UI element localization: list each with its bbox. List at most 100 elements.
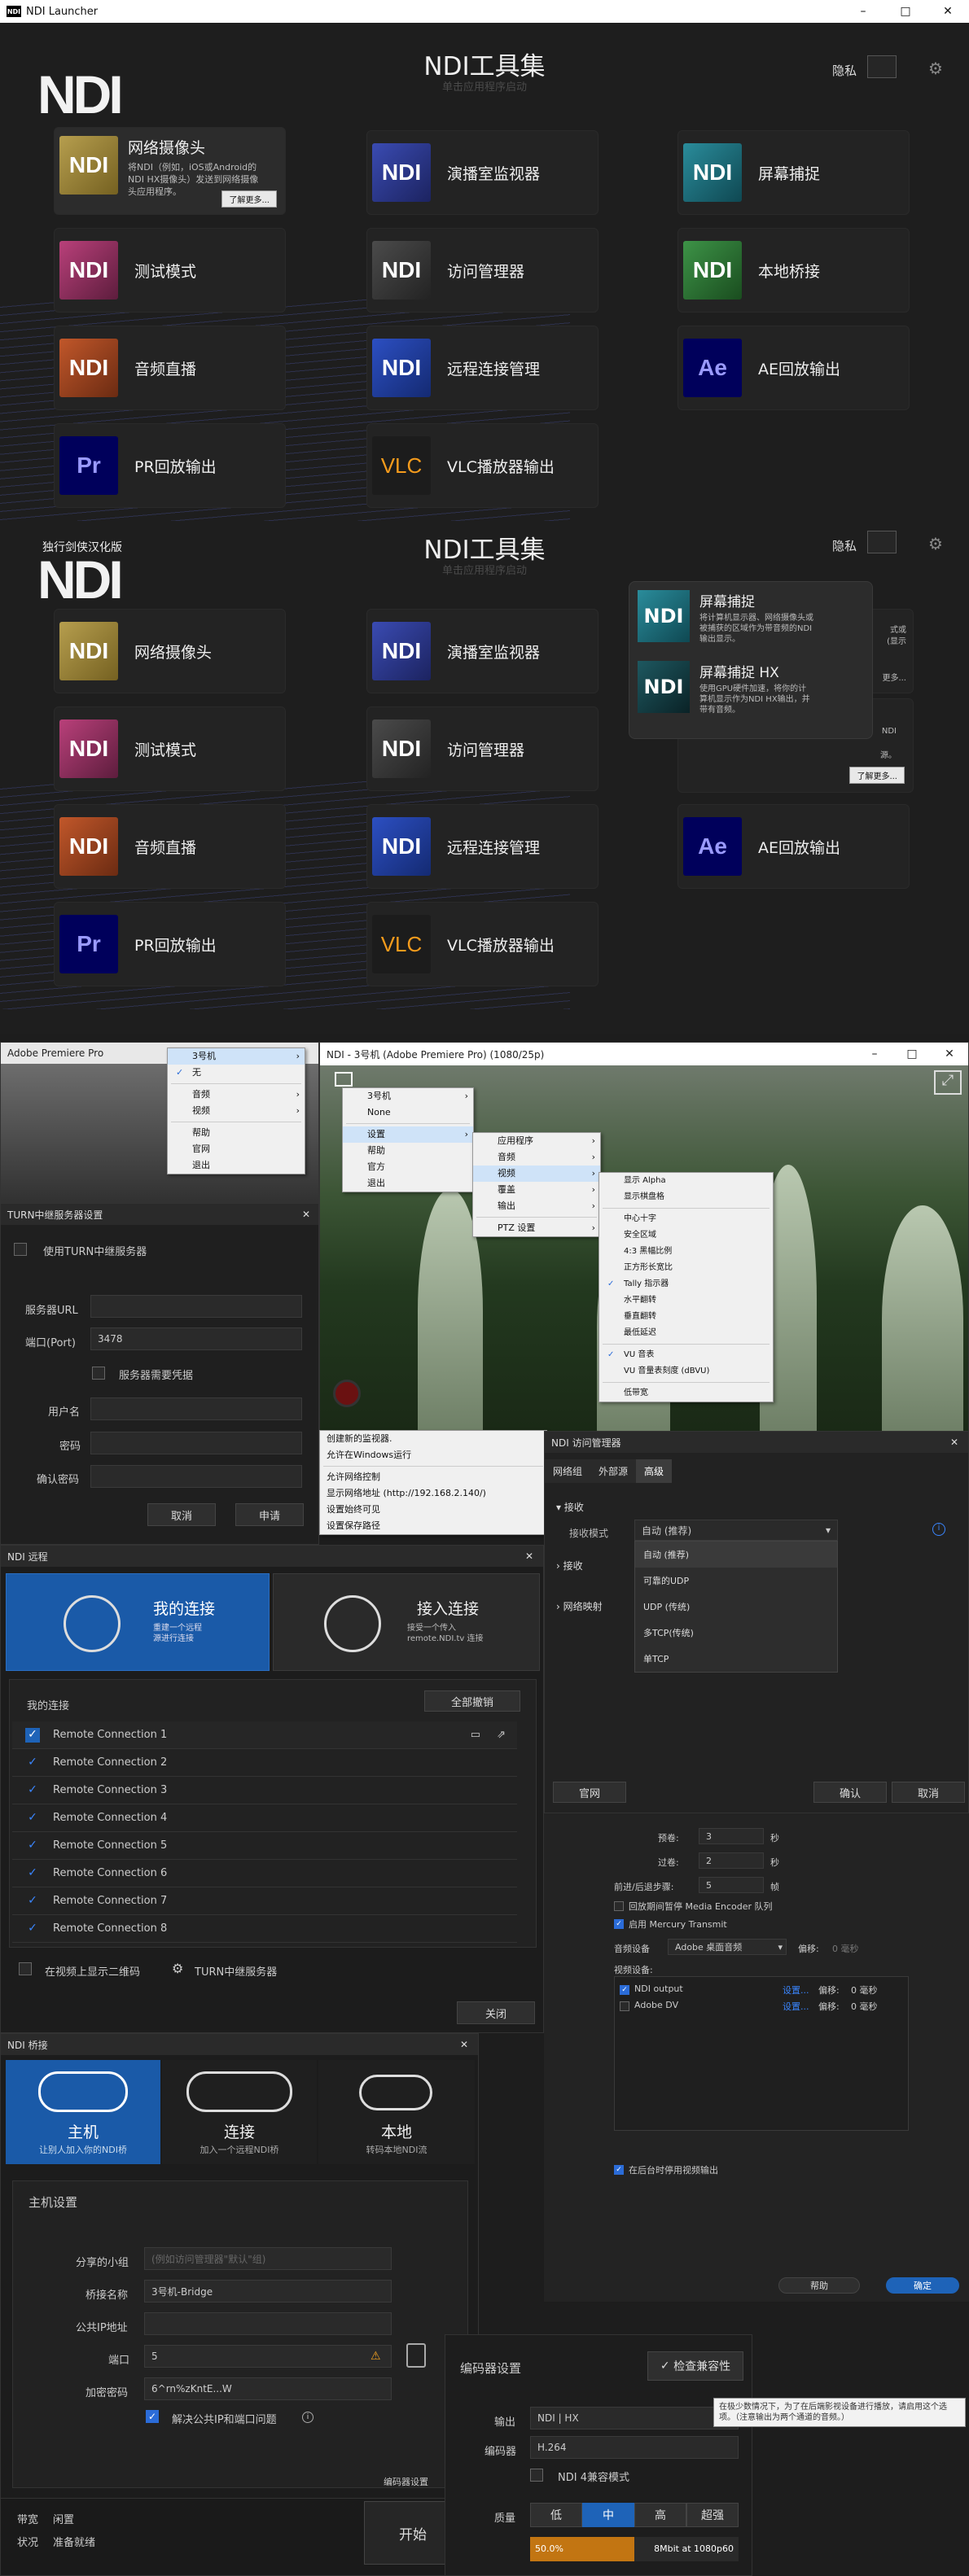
checkbox-checked-icon[interactable]: ✓ xyxy=(25,1727,40,1743)
dropdown-option[interactable]: 可靠的UDP xyxy=(635,1568,837,1594)
menu-item[interactable]: 帮助 xyxy=(343,1143,473,1159)
username-input[interactable] xyxy=(90,1397,302,1420)
tile-studio-monitor[interactable]: NDI 演播室监视器 xyxy=(366,609,598,693)
menu-item[interactable]: 允许网络控制 xyxy=(320,1469,546,1485)
tab-external-sources[interactable]: 外部源 xyxy=(590,1459,637,1483)
privacy-toggle[interactable] xyxy=(867,531,897,553)
tile-ae-output[interactable]: Ae AE回放输出 xyxy=(677,326,910,410)
tile-remote-connection[interactable]: NDI 远程连接管理 xyxy=(366,804,598,889)
gear-icon[interactable]: ⚙ xyxy=(172,1961,183,1976)
check-icon[interactable]: ✓ xyxy=(25,1866,40,1881)
check-icon[interactable]: ✓ xyxy=(25,1811,40,1826)
maximize-button[interactable]: □ xyxy=(893,1043,931,1065)
ndi4-checkbox[interactable] xyxy=(530,2469,543,2482)
menu-item[interactable]: 视频 xyxy=(168,1103,305,1119)
menu-item[interactable]: 水平翻转 xyxy=(599,1292,773,1309)
encryption-key-input[interactable]: 6^rn%zKntE...W xyxy=(144,2377,392,2400)
port-input[interactable]: 5 xyxy=(144,2345,392,2368)
section-receive-2[interactable]: › 接收 xyxy=(556,1559,583,1572)
menu-item[interactable]: 官方 xyxy=(343,1159,473,1175)
tile-audio-direct[interactable]: NDI 音频直播 xyxy=(54,804,286,889)
menu-item[interactable]: 最低延迟 xyxy=(599,1325,773,1341)
tab-local[interactable]: 本地 转码本地NDI流 xyxy=(318,2060,475,2164)
tab-groups[interactable]: 网络组 xyxy=(545,1459,591,1483)
menu-item[interactable]: 视频 xyxy=(473,1166,600,1182)
video-device-checkbox[interactable] xyxy=(620,2001,629,2011)
menu-item[interactable]: 音频 xyxy=(473,1149,600,1166)
tab-join[interactable]: 连接 加入一个远程NDI桥 xyxy=(162,2060,317,2164)
tile-vlc-output[interactable]: VLC VLC播放器输出 xyxy=(366,902,598,986)
list-item[interactable]: ✓ Remote Connection 7 xyxy=(12,1887,517,1915)
menu-item[interactable]: 正方形长宽比 xyxy=(599,1260,773,1276)
info-icon[interactable]: i xyxy=(302,2412,314,2423)
maximize-button[interactable]: □ xyxy=(884,0,927,23)
quality-option[interactable]: 低 xyxy=(530,2503,582,2527)
menu-item[interactable]: 垂直翻转 xyxy=(599,1309,773,1325)
help-button[interactable]: 帮助 xyxy=(778,2277,860,2294)
menu-item[interactable]: 退出 xyxy=(168,1157,305,1174)
section-receive[interactable]: ▾ 接收 xyxy=(556,1500,584,1514)
clear-all-button[interactable]: 全部撤销 xyxy=(424,1690,520,1712)
qr-checkbox[interactable] xyxy=(19,1962,32,1975)
port-input[interactable]: 3478 xyxy=(90,1327,302,1350)
privacy-toggle[interactable] xyxy=(867,55,897,78)
check-compat-button[interactable]: ✓ 检查兼容性 xyxy=(647,2351,743,2381)
list-item[interactable]: ✓ Remote Connection 5 xyxy=(12,1832,517,1860)
close-icon[interactable]: ✕ xyxy=(950,1437,958,1448)
gear-icon[interactable]: ⚙ xyxy=(928,59,943,78)
bg-disable-checkbox[interactable]: ✓ xyxy=(614,2165,624,2175)
tile-test-pattern[interactable]: NDI 测试模式 xyxy=(54,706,286,791)
preroll-input[interactable]: 3 xyxy=(699,1828,764,1844)
fullscreen-icon[interactable]: ⤢ xyxy=(934,1070,962,1095)
menu-item[interactable]: 中心十字 xyxy=(599,1211,773,1227)
list-item[interactable]: ✓ Remote Connection 3 xyxy=(12,1777,517,1804)
menu-item[interactable]: 3号机 xyxy=(343,1088,473,1104)
ok-button[interactable]: 确定 xyxy=(886,2277,959,2294)
close-button[interactable]: ✕ xyxy=(927,0,969,23)
dropdown-option[interactable]: 自动 (推荐) xyxy=(635,1542,837,1568)
tile-local-bridge[interactable]: NDI 本地桥接 xyxy=(677,228,910,313)
menu-item[interactable]: 低带宽 xyxy=(599,1385,773,1402)
gear-icon[interactable]: ⚙ xyxy=(928,534,943,553)
menu-item[interactable]: 显示棋盘格 xyxy=(599,1189,773,1205)
apply-button[interactable]: 申请 xyxy=(235,1503,304,1526)
menu-item[interactable]: 3号机 xyxy=(168,1048,305,1065)
website-button[interactable]: 官网 xyxy=(553,1782,626,1803)
dropdown-option[interactable]: UDP (传统) xyxy=(635,1594,837,1620)
tile-pr-output[interactable]: Pr PR回放输出 xyxy=(54,902,286,986)
credentials-checkbox[interactable] xyxy=(92,1367,105,1380)
close-icon[interactable]: ✕ xyxy=(460,2039,468,2050)
close-button[interactable]: 关闭 xyxy=(457,2001,535,2024)
close-button[interactable]: ✕ xyxy=(931,1043,968,1065)
popup-item-screen-capture[interactable]: NDI 屏幕捕捉 将计算机显示器、网络摄像头或被捕获的区域作为带音频的NDI输出显… xyxy=(629,582,872,653)
tile-access-manager[interactable]: NDI 访问管理器 xyxy=(366,706,598,791)
learn-more-button[interactable]: 了解更多... xyxy=(221,190,277,208)
tab-my-connections[interactable]: 我的连接 重建一个远程 源进行连接 xyxy=(6,1573,270,1671)
tile-vlc-output[interactable]: VLC VLC播放器输出 xyxy=(366,423,598,508)
mercury-checkbox[interactable]: ✓ xyxy=(614,1919,624,1929)
codec-input[interactable]: H.264 xyxy=(530,2436,739,2459)
check-icon[interactable]: ✓ xyxy=(25,1894,40,1909)
tile-studio-monitor[interactable]: NDI 演播室监视器 xyxy=(366,130,598,215)
mute-checkbox[interactable] xyxy=(614,1901,624,1911)
tile-webcam[interactable]: NDI 网络摄像头 xyxy=(54,609,286,693)
info-icon[interactable]: i xyxy=(932,1523,945,1536)
menu-item[interactable]: 安全区域 xyxy=(599,1227,773,1244)
public-ip-input[interactable] xyxy=(144,2312,392,2335)
setup-link[interactable]: 设置... xyxy=(783,1983,809,1997)
tab-advanced[interactable]: 高级 xyxy=(636,1459,673,1483)
video-device-checkbox[interactable]: ✓ xyxy=(620,1985,629,1995)
list-item[interactable]: ✓ Remote Connection 4 xyxy=(12,1804,517,1832)
confirm-password-input[interactable] xyxy=(90,1465,302,1488)
menu-item[interactable]: 应用程序 xyxy=(473,1133,600,1149)
list-item[interactable]: ✓ Remote Connection 6 xyxy=(12,1860,517,1887)
menu-item[interactable]: 无 xyxy=(168,1065,305,1081)
tile-webcam[interactable]: NDI 网络摄像头 将NDI（例如，iOS或Android的NDI HX摄像头）… xyxy=(54,127,286,215)
url-input[interactable] xyxy=(90,1295,302,1318)
menu-item[interactable]: None xyxy=(343,1104,473,1121)
menu-item[interactable]: 官网 xyxy=(168,1141,305,1157)
recv-mode-select[interactable]: 自动 (推荐) ▾ xyxy=(634,1520,838,1541)
menu-item[interactable]: 退出 xyxy=(343,1175,473,1192)
popup-item-screen-capture-hx[interactable]: NDI 屏幕捕捉 HX 使用GPU硬件加速，将你的计算机显示作为NDI HX输出，… xyxy=(629,653,872,724)
check-icon[interactable]: ✓ xyxy=(25,1783,40,1798)
